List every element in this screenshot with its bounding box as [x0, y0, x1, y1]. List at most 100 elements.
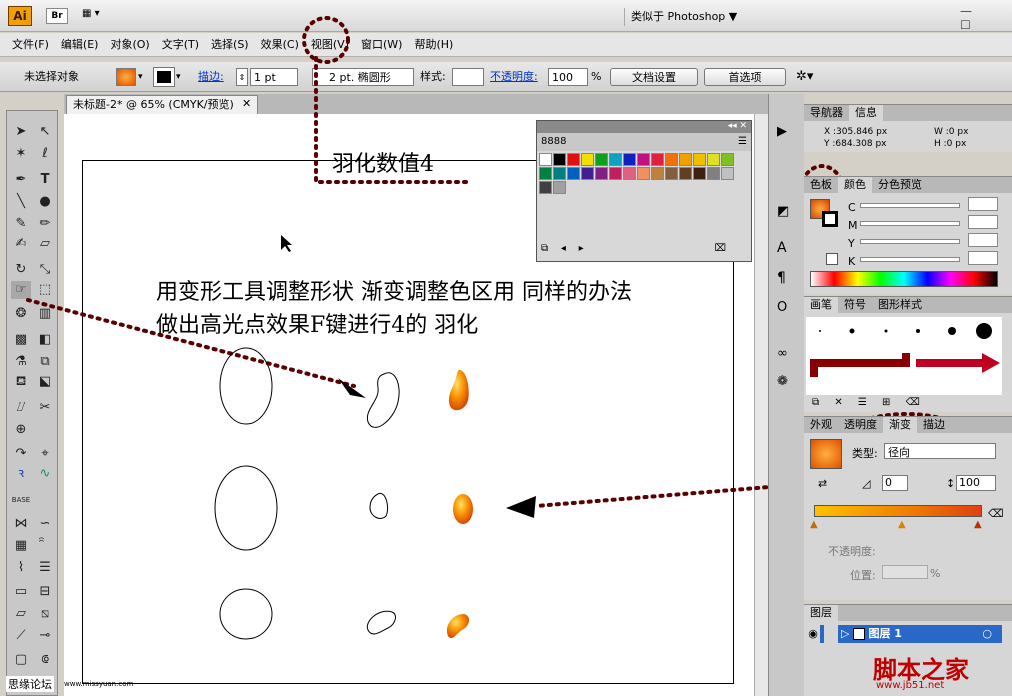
- info-y: Y :684.308 px: [824, 139, 887, 149]
- swatch-cell[interactable]: [553, 167, 566, 180]
- feather-annotation: 羽化数值4: [332, 152, 434, 177]
- gradient-type-label: 类型:: [852, 447, 878, 460]
- swatch-cell[interactable]: [651, 153, 664, 166]
- swatch-cell[interactable]: [539, 153, 552, 166]
- gradient-thumbnail[interactable]: [810, 439, 842, 469]
- stop-opacity-label: 不透明度:: [828, 545, 876, 558]
- tab-appearance[interactable]: 外观: [804, 417, 838, 433]
- swatch-cell[interactable]: [679, 167, 692, 180]
- tab-navigator[interactable]: 导航器: [804, 105, 849, 121]
- none-color-box[interactable]: [826, 253, 838, 265]
- value-k[interactable]: [968, 251, 998, 265]
- swatch-grid[interactable]: [539, 153, 735, 237]
- swatch-cell[interactable]: [553, 181, 566, 194]
- brush-library[interactable]: [806, 317, 1002, 395]
- value-y[interactable]: [968, 233, 998, 247]
- swatch-cell[interactable]: [595, 167, 608, 180]
- stop-location-field[interactable]: [882, 565, 928, 579]
- channel-k: K: [848, 255, 856, 268]
- swatch-cell[interactable]: [567, 167, 580, 180]
- tab-brushes[interactable]: 画笔: [804, 297, 838, 313]
- tab-stroke[interactable]: 描边: [917, 417, 951, 433]
- swatch-library-icon[interactable]: ⧉: [541, 243, 548, 254]
- expand-layer-icon[interactable]: ▷: [841, 627, 849, 640]
- swatch-cell[interactable]: [637, 167, 650, 180]
- angle-field[interactable]: 0: [882, 475, 908, 491]
- layer-name[interactable]: 图层 1: [868, 627, 901, 640]
- brush-panel-footer-icons[interactable]: ⧉ ✕ ☰ ⊞ ⌫: [812, 397, 926, 408]
- tab-color[interactable]: 颜色: [838, 177, 872, 193]
- color-spectrum[interactable]: [810, 271, 998, 287]
- next-swatch-icon[interactable]: ▸: [579, 243, 584, 254]
- navigator-icon[interactable]: ▶: [777, 124, 787, 139]
- swatch-cell[interactable]: [679, 153, 692, 166]
- angle-icon: ◿: [862, 477, 871, 490]
- value-m[interactable]: [968, 215, 998, 229]
- swatches-floating-panel: ◂◂ ✕ 8888 ☰ ⧉ ◂ ▸ ⌧: [536, 120, 752, 262]
- paragraph-icon[interactable]: ¶: [777, 270, 786, 286]
- swatch-cell[interactable]: [567, 153, 580, 166]
- swatch-cell[interactable]: [553, 153, 566, 166]
- links-icon[interactable]: ∞: [777, 346, 788, 361]
- swatch-cell[interactable]: [637, 153, 650, 166]
- swatch-cell[interactable]: [665, 153, 678, 166]
- swatch-cell[interactable]: [651, 167, 664, 180]
- swatch-cell[interactable]: [693, 153, 706, 166]
- opentype-icon[interactable]: O: [777, 300, 787, 315]
- tab-gradient[interactable]: 渐变: [883, 417, 917, 433]
- gradient-type-select[interactable]: 径向: [884, 443, 996, 459]
- reverse-gradient-icon[interactable]: ⇄: [818, 477, 827, 490]
- layer-thumbnail: [852, 628, 865, 640]
- gradient-slider[interactable]: [814, 505, 982, 517]
- stroke-color-box[interactable]: [822, 211, 838, 227]
- tab-graphic-styles[interactable]: 图形样式: [872, 297, 928, 313]
- tab-swatches[interactable]: 色板: [804, 177, 838, 193]
- aspect-ratio-icon: ↕: [946, 477, 956, 490]
- slider-c[interactable]: [860, 203, 960, 208]
- swatch-cell[interactable]: [623, 167, 636, 180]
- aspect-ratio-field[interactable]: 100: [956, 475, 996, 491]
- color-panel-icon[interactable]: ◩: [777, 204, 789, 219]
- swatch-cell[interactable]: [609, 153, 622, 166]
- character-icon[interactable]: A: [777, 240, 787, 256]
- lock-toggle[interactable]: [823, 625, 838, 643]
- slider-k[interactable]: [860, 257, 960, 262]
- gradient-stop-mid[interactable]: ▲: [898, 519, 906, 530]
- tab-symbols[interactable]: 符号: [838, 297, 872, 313]
- tab-layers[interactable]: 图层: [804, 605, 838, 621]
- site-url: www.missyuan.com: [64, 680, 134, 688]
- swatch-cell[interactable]: [595, 153, 608, 166]
- swatch-cell[interactable]: [539, 181, 552, 194]
- delete-swatch-icon[interactable]: ⌧: [714, 243, 726, 254]
- symbols-icon[interactable]: ❁: [777, 374, 788, 389]
- swatch-cell[interactable]: [609, 167, 622, 180]
- slider-m[interactable]: [860, 221, 960, 226]
- value-c[interactable]: [968, 197, 998, 211]
- slider-y[interactable]: [860, 239, 960, 244]
- swatch-cell[interactable]: [693, 167, 706, 180]
- delete-stop-icon[interactable]: ⌫: [988, 507, 1004, 520]
- swatch-cell[interactable]: [665, 167, 678, 180]
- tab-info[interactable]: 信息: [849, 105, 883, 121]
- swatch-cell[interactable]: [539, 167, 552, 180]
- swatch-panel-footer: ⧉ ◂ ▸ ⌧: [541, 243, 746, 254]
- prev-swatch-icon[interactable]: ◂: [561, 243, 566, 254]
- swatch-cell[interactable]: [707, 167, 720, 180]
- swatch-cell[interactable]: [721, 167, 734, 180]
- tab-separations[interactable]: 分色预览: [872, 177, 928, 193]
- swatch-cell[interactable]: [581, 167, 594, 180]
- swatch-cell[interactable]: [581, 153, 594, 166]
- tab-transparency[interactable]: 透明度: [838, 417, 883, 433]
- swatch-cell[interactable]: [623, 153, 636, 166]
- layer-row[interactable]: ◉ ▷ 图层 1 ○: [806, 625, 1002, 643]
- swatch-cell[interactable]: [707, 153, 720, 166]
- gradient-stop-left[interactable]: ▲: [810, 519, 818, 530]
- color-panel: 色板 颜色 分色预览 C M Y K: [804, 176, 1012, 294]
- panel-menu-icon[interactable]: ☰: [738, 133, 751, 151]
- swatch-cell[interactable]: [721, 153, 734, 166]
- gradient-stop-right[interactable]: ▲: [974, 519, 982, 530]
- watermark-url: www.jb51.net: [876, 680, 945, 691]
- layer-target-icon[interactable]: ○: [982, 625, 992, 643]
- swatch-panel-title: 8888: [541, 136, 567, 147]
- visibility-eye-icon[interactable]: ◉: [806, 625, 820, 643]
